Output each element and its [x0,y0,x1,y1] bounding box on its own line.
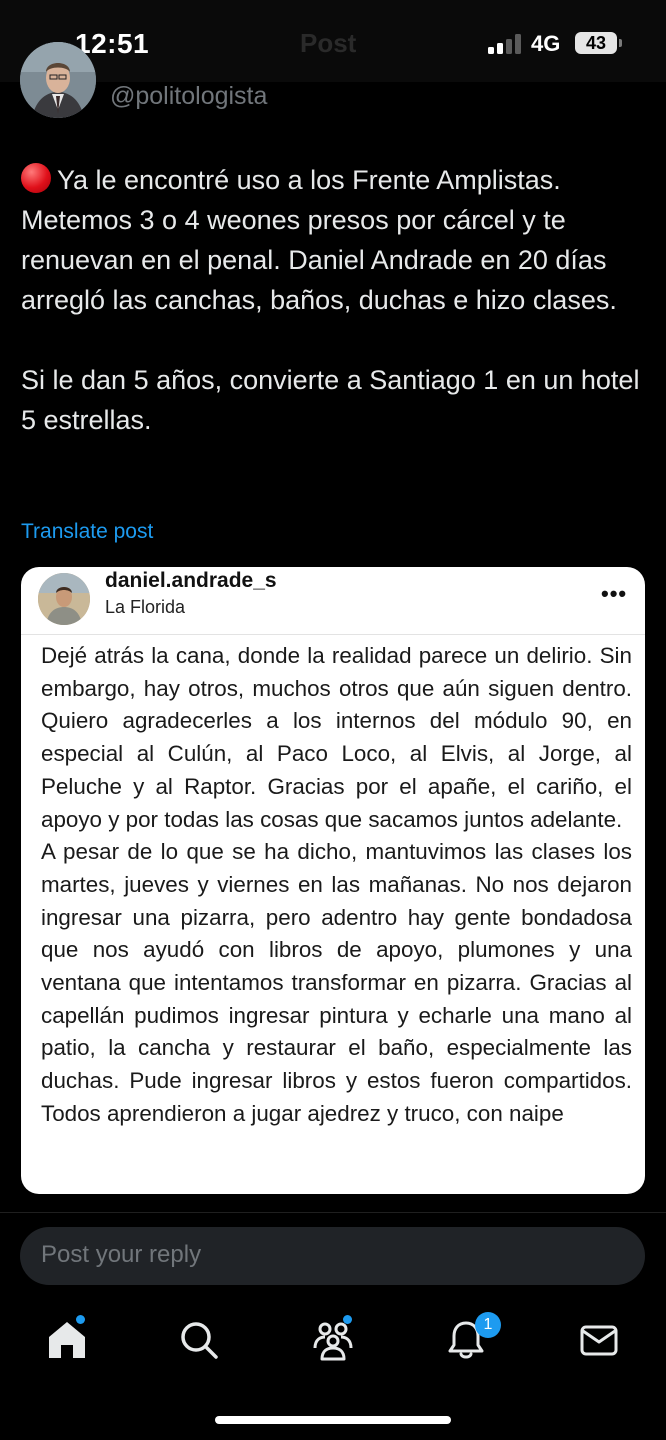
embedded-username: daniel.andrade_s [105,569,277,592]
translate-post-link[interactable]: Translate post [21,520,153,544]
network-type: 4G [531,31,561,56]
battery-icon: 43 [575,32,617,54]
card-divider [21,634,645,635]
communities-icon [313,1322,353,1361]
status-bar: 12:51 Post 4G 43 [0,0,666,82]
communities-notification-dot [343,1315,352,1324]
reply-divider [0,1212,666,1213]
post-paragraph-2: Si le dan 5 años, convierte a Santiago 1… [21,365,640,435]
nav-messages[interactable] [577,1318,621,1362]
home-notification-dot [76,1315,85,1324]
caption-paragraph-2: A pesar de lo que se ha dicho, mantuvimo… [41,839,632,1126]
search-icon [181,1322,218,1359]
author-avatar[interactable] [20,42,96,118]
author-handle[interactable]: @politologista [110,82,267,111]
embedded-user-avatar [38,573,90,625]
home-indicator[interactable] [215,1416,451,1424]
nav-communities[interactable] [311,1318,355,1362]
home-icon [49,1322,85,1358]
messages-icon [580,1325,618,1356]
caption-paragraph-1: Dejé atrás la cana, donde la realidad pa… [41,643,632,832]
header-title-faded: Post [300,28,357,58]
embedded-location: La Florida [105,597,186,617]
embedded-caption: Dejé atrás la cana, donde la realidad pa… [41,640,632,1131]
more-options-icon: ••• [601,581,628,606]
cellular-signal-icon [488,34,522,54]
reply-input[interactable]: Post your reply [20,1227,645,1285]
nav-search[interactable] [177,1318,221,1362]
notifications-badge: 1 [475,1312,501,1338]
nav-home[interactable] [45,1318,89,1362]
red-circle-emoji-icon [21,163,51,193]
battery-level: 43 [585,33,607,53]
post-image[interactable]: daniel.andrade_s La Florida ••• Dejé atr… [21,567,645,1194]
post-text: Ya le encontré uso a los Frente Amplista… [21,160,651,440]
post-paragraph-1: Ya le encontré uso a los Frente Amplista… [21,163,617,315]
reply-placeholder: Post your reply [41,1241,202,1268]
battery-cap [619,39,622,47]
